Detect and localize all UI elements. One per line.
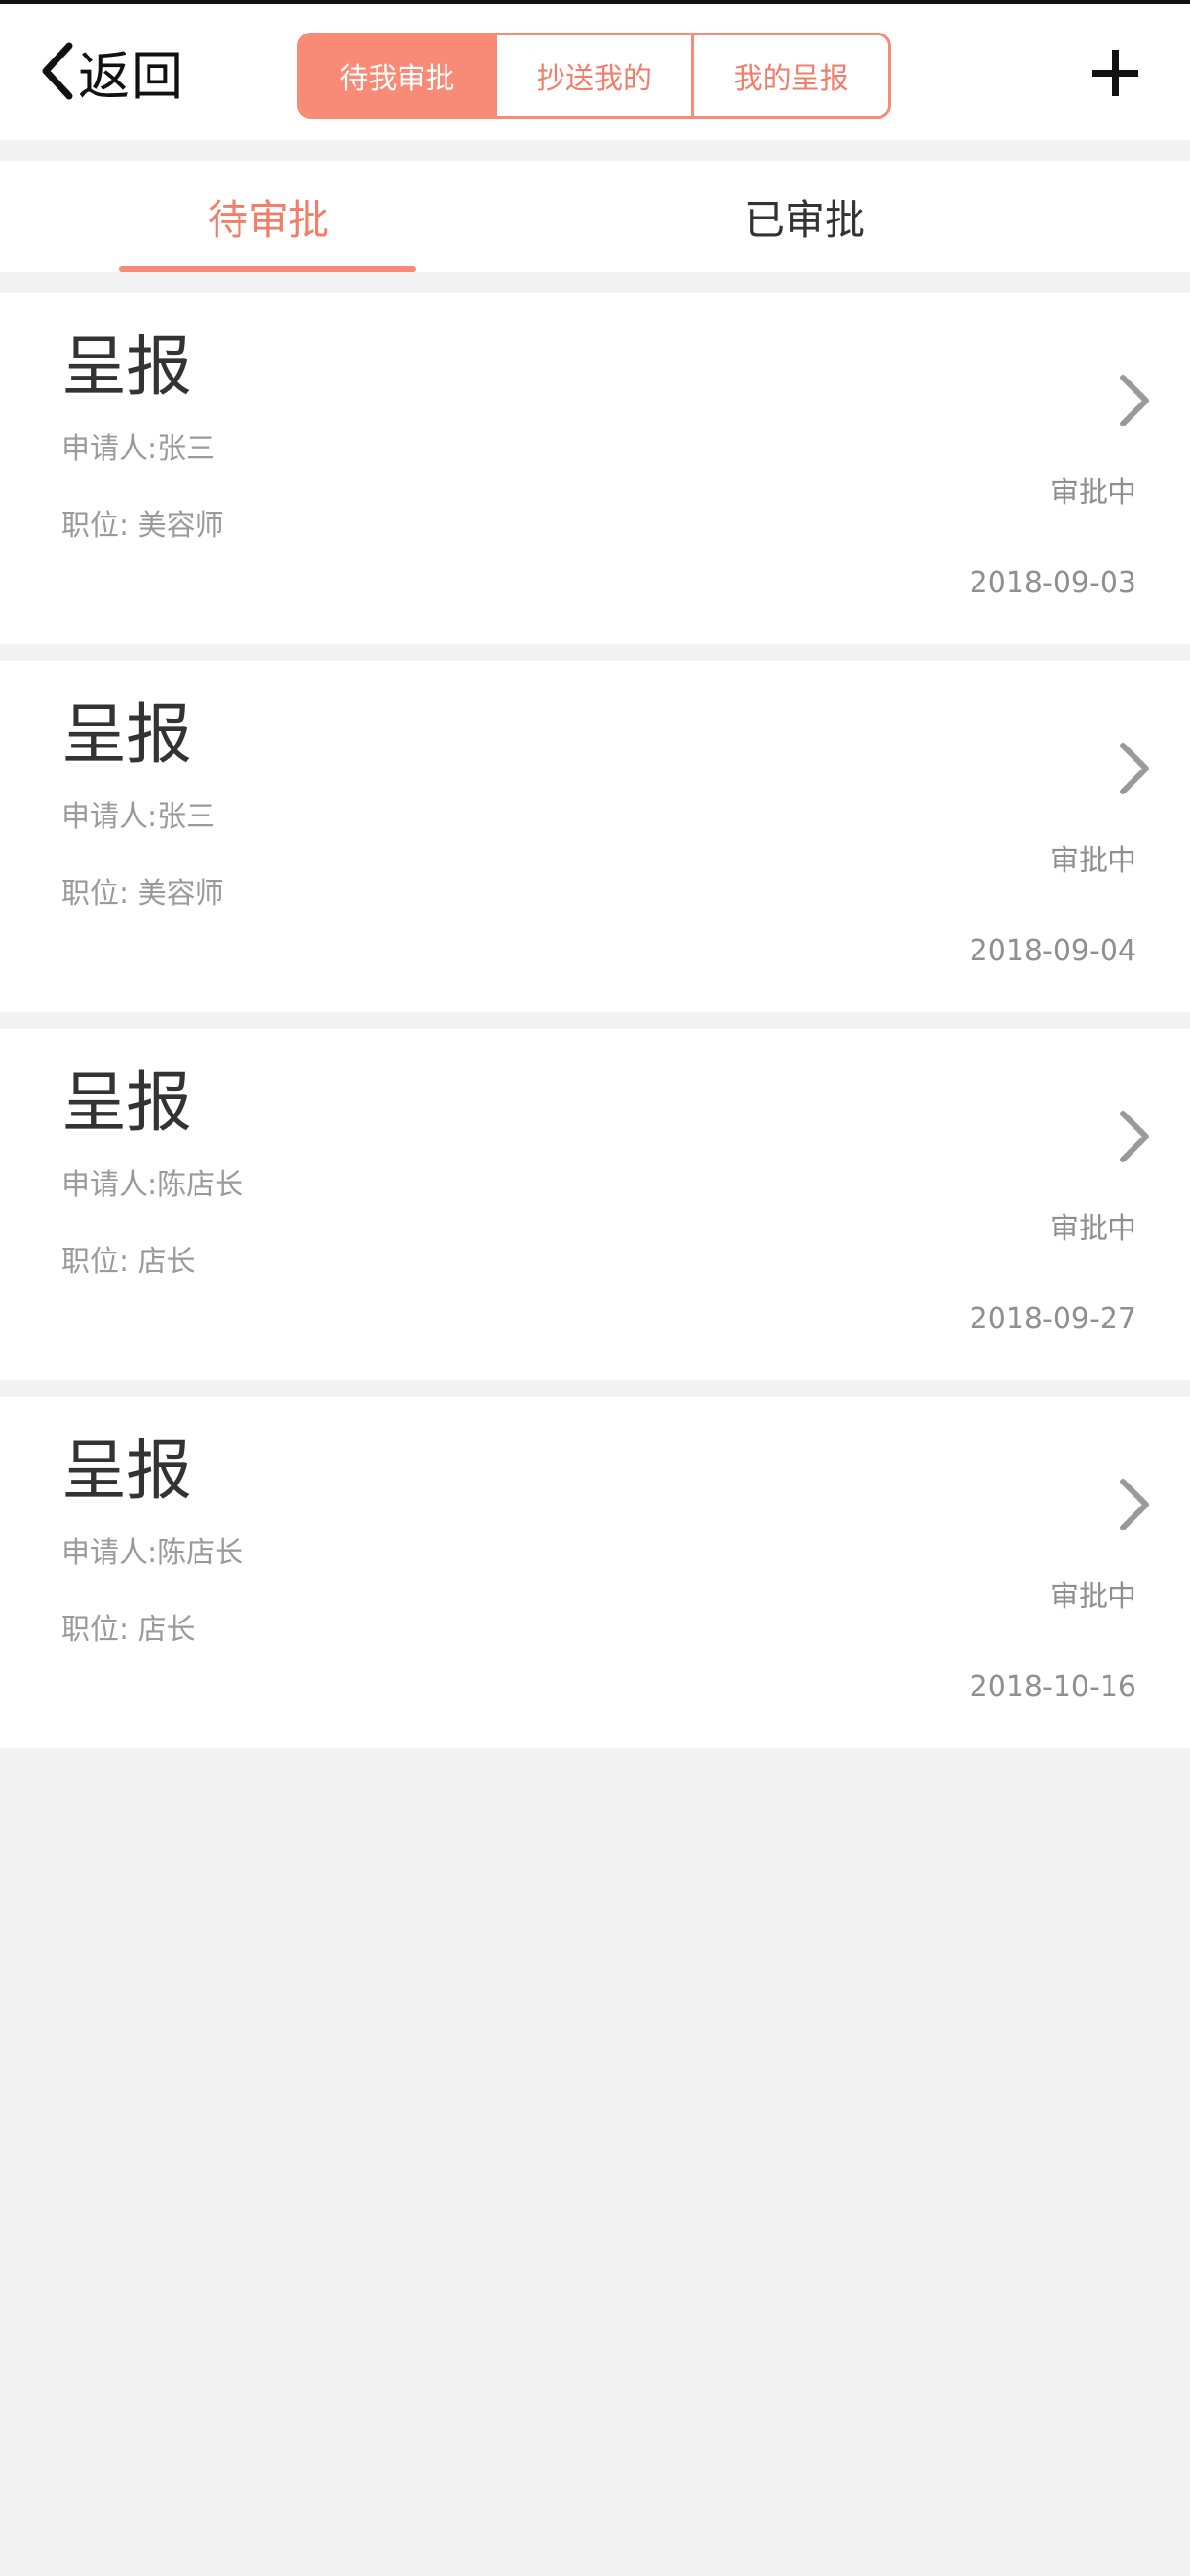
tab-label: 已审批 [744,196,865,243]
chevron-right-icon [1120,375,1149,426]
plus-icon[interactable] [1092,50,1138,96]
back-label: 返回 [79,45,184,106]
chevron-right-icon [1120,743,1149,794]
chevron-right-icon [1120,1111,1149,1162]
item-position: 职位: 美容师 [61,509,224,542]
item-date: 2018-09-27 [969,1302,1136,1336]
segment-label: 抄送我的 [537,62,652,96]
item-position: 职位: 美容师 [61,877,224,910]
header-bar: 返回 待我审批 抄送我的 我的呈报 [0,4,1190,140]
item-date: 2018-09-03 [969,566,1136,600]
item-applicant: 申请人:陈店长 [61,1168,244,1202]
segment-my-reports[interactable]: 我的呈报 [691,35,888,116]
item-title: 呈报 [61,698,193,773]
item-applicant: 申请人:张三 [61,432,216,466]
status-badge: 审批中 [1050,844,1136,878]
chevron-right-icon [1120,1479,1149,1530]
item-applicant: 申请人:陈店长 [61,1536,244,1570]
segment-label: 待我审批 [339,62,455,96]
segment-label: 我的呈报 [733,62,849,96]
item-date: 2018-10-16 [969,1670,1136,1704]
list-item[interactable]: 呈报 申请人:陈店长 职位: 店长 审批中 2018-10-16 [0,1397,1190,1748]
segment-pending-my-approval[interactable]: 待我审批 [300,35,494,116]
list-item[interactable]: 呈报 申请人:张三 职位: 美容师 审批中 2018-09-03 [0,293,1190,644]
status-badge: 审批中 [1050,1580,1136,1614]
tab-pending[interactable]: 待审批 [0,161,537,272]
segment-cc-to-me[interactable]: 抄送我的 [493,35,692,116]
item-applicant: 申请人:张三 [61,800,216,834]
chevron-left-icon [42,42,73,100]
item-title: 呈报 [61,330,193,405]
approval-tabs: 待审批 已审批 [0,161,1190,272]
item-title: 呈报 [61,1066,193,1141]
status-badge: 审批中 [1050,1212,1136,1246]
item-position: 职位: 店长 [61,1245,195,1278]
status-badge: 审批中 [1050,476,1136,510]
item-date: 2018-09-04 [969,934,1136,968]
segmented-control: 待我审批 抄送我的 我的呈报 [297,33,891,119]
tab-label: 待审批 [207,196,329,243]
tab-approved[interactable]: 已审批 [537,161,1073,272]
list-item[interactable]: 呈报 申请人:张三 职位: 美容师 审批中 2018-09-04 [0,661,1190,1012]
active-tab-indicator [119,266,416,272]
item-title: 呈报 [61,1434,193,1509]
list-item[interactable]: 呈报 申请人:陈店长 职位: 店长 审批中 2018-09-27 [0,1029,1190,1380]
item-position: 职位: 店长 [61,1613,195,1646]
back-button[interactable]: 返回 [38,33,184,109]
